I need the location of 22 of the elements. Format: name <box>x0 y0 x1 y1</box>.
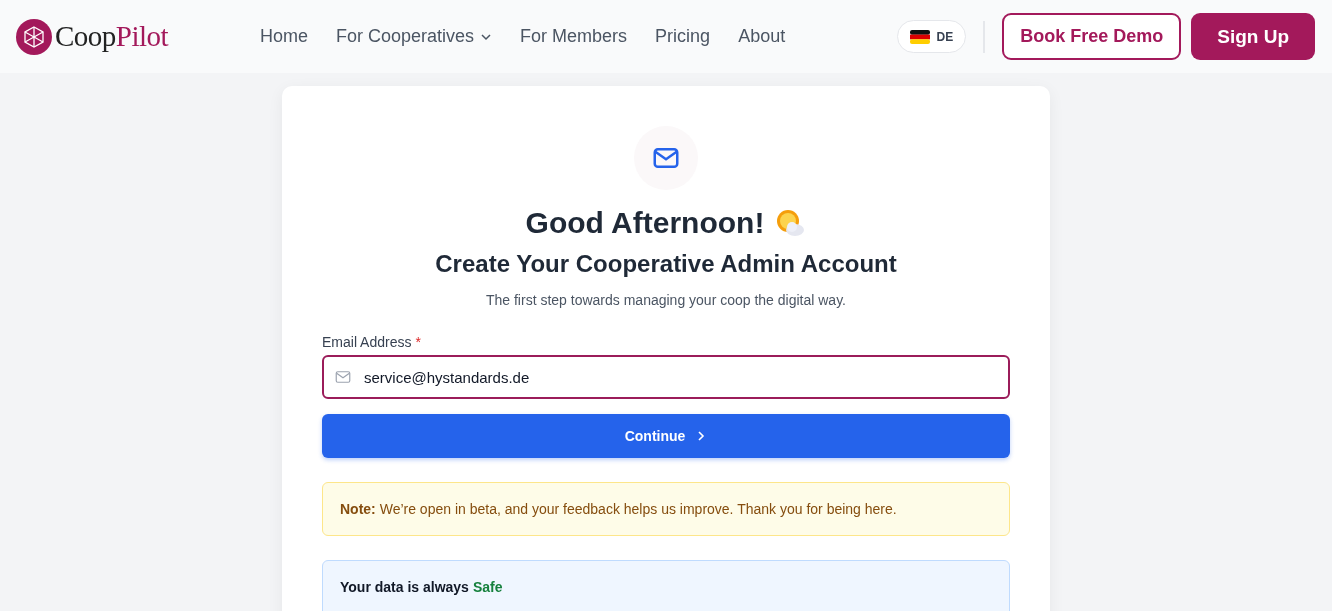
sign-up-button[interactable]: Sign Up <box>1191 13 1315 60</box>
note-text: Note: We’re open in beta, and your feedback helps us improve. Thank you for being here. <box>340 501 897 517</box>
logo-wordmark[interactable]: CoopPilot <box>55 20 169 53</box>
continue-button[interactable]: Continue <box>322 414 1010 458</box>
german-flag-icon <box>909 29 930 44</box>
nav-link[interactable]: About <box>738 26 786 47</box>
greeting-heading: Good Afternoon! <box>525 206 765 240</box>
field-label: Email Address <box>322 334 412 350</box>
language-button[interactable]: DE <box>896 20 967 53</box>
nav-link[interactable]: Home <box>260 26 308 47</box>
subtitle-text: The first step towards managing your coop the digital way. <box>485 292 846 308</box>
page-title: Create Your Cooperative Admin Account <box>435 250 897 278</box>
sun-behind-cloud-icon <box>774 207 807 239</box>
logo-icon <box>16 18 52 55</box>
safe-label: Safe <box>472 579 503 595</box>
nav-link[interactable]: Pricing <box>655 26 711 47</box>
required-mark: * <box>415 334 421 350</box>
nav-link[interactable]: For Cooperatives <box>336 26 493 47</box>
email-field[interactable]: service@hystandards.de <box>322 355 1010 399</box>
nav-link[interactable]: For Members <box>520 26 628 47</box>
book-demo-button[interactable]: Book Free Demo <box>1002 13 1182 60</box>
safety-heading: Your data is always <box>340 579 469 595</box>
